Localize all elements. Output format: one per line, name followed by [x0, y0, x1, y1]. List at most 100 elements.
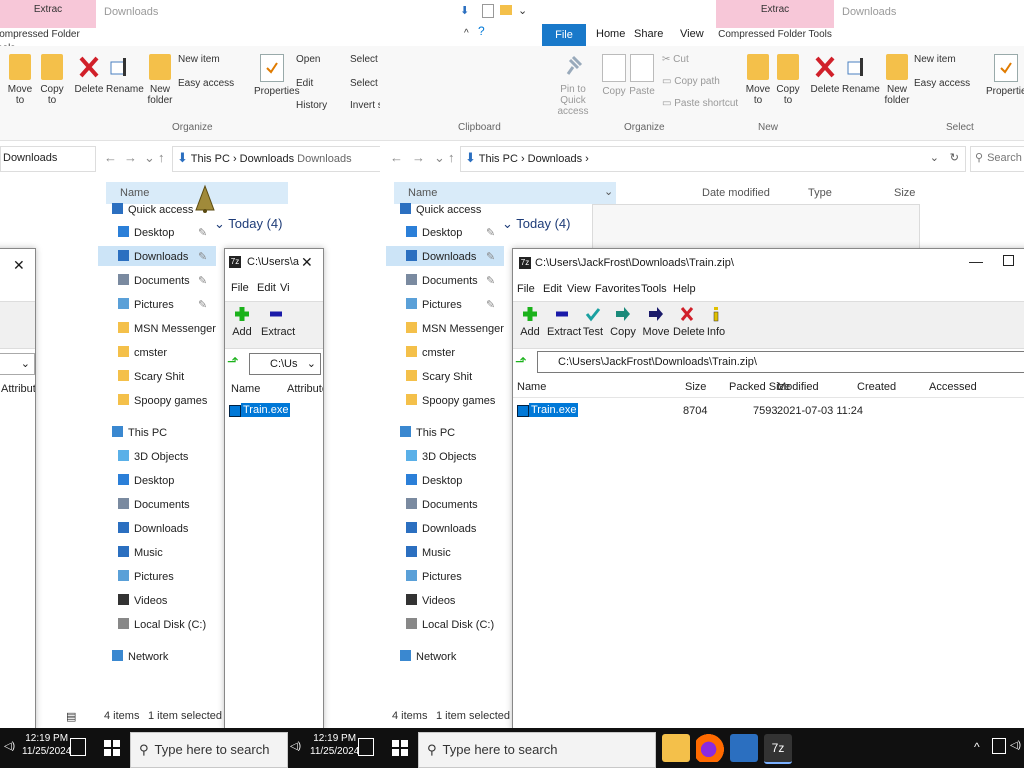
nav-item-pictures[interactable]: Pictures: [118, 570, 174, 583]
qa-properties-icon[interactable]: [482, 4, 494, 18]
nav-item-quick-access[interactable]: Quick access: [112, 203, 193, 216]
new-folder-button[interactable]: New folder: [146, 54, 174, 106]
zip-col-size[interactable]: Size: [685, 381, 706, 393]
nav-item-downloads[interactable]: Downloads ✎: [406, 250, 495, 263]
zip-col-created[interactable]: Created: [857, 381, 896, 393]
left-zip-col-attr[interactable]: Attribute: [287, 383, 323, 395]
nav-item-3d-objects[interactable]: 3D Objects: [118, 450, 188, 463]
left-context-tab[interactable]: Extrac Compressed Folder Tools: [0, 0, 96, 54]
nav-item-music[interactable]: Music: [406, 546, 451, 559]
zip-file-row[interactable]: Train.exe 8704 7593 2021-07-03 11:24: [513, 401, 1024, 419]
nav-item-documents[interactable]: Documents: [118, 498, 190, 511]
edit-button[interactable]: Edit: [296, 78, 313, 89]
add-button-right[interactable]: Add: [517, 306, 543, 338]
nav-item-3d-objects[interactable]: 3D Objects: [406, 450, 476, 463]
tab-share[interactable]: Share: [634, 28, 663, 40]
left-zip-close-icon[interactable]: ✕: [301, 254, 313, 271]
up-arrow-icon-right[interactable]: ↑: [448, 150, 455, 165]
nav-item-quick-access[interactable]: Quick access: [400, 203, 481, 216]
rename-button-right[interactable]: Rename: [842, 54, 880, 95]
copy-path-button[interactable]: ▭ Copy path: [662, 76, 720, 87]
nav-item-spoopy-games[interactable]: Spoopy games: [118, 394, 207, 407]
forward-arrow-icon-right[interactable]: →: [412, 150, 425, 165]
nav-item-local-disk-c[interactable]: Local Disk (C:): [406, 618, 494, 631]
zip-col-name[interactable]: Name: [517, 381, 546, 393]
nav-item-music[interactable]: Music: [118, 546, 163, 559]
left-address-fragment[interactable]: Downloads: [0, 146, 96, 172]
delete-button-right[interactable]: Delete: [810, 54, 840, 95]
nav-item-network[interactable]: Network: [112, 650, 168, 663]
tray-chevron-icon[interactable]: ^: [974, 740, 980, 754]
properties-button-right[interactable]: Properties: [986, 54, 1024, 97]
clock-left[interactable]: 12:19 PM 11/25/2024: [22, 732, 71, 758]
nav-item-downloads[interactable]: Downloads: [406, 522, 476, 535]
nav-item-this-pc[interactable]: This PC: [112, 426, 167, 439]
easy-access-button-right[interactable]: Easy access: [914, 78, 970, 89]
partial-col-attribute[interactable]: Attribute: [1, 383, 35, 395]
rename-button[interactable]: Rename: [106, 54, 144, 95]
move-to-button[interactable]: Move to: [6, 54, 34, 106]
back-arrow-icon-right[interactable]: ←: [390, 150, 403, 165]
zip-col-modified[interactable]: Modified: [777, 381, 819, 393]
partial-path-box[interactable]: ⌄: [0, 353, 35, 375]
menu-view-right[interactable]: View: [567, 283, 591, 295]
nav-item-spoopy-games[interactable]: Spoopy games: [406, 394, 495, 407]
copy-to-button[interactable]: Copy to: [38, 54, 66, 106]
left-zip-file-row[interactable]: Train.exe: [241, 403, 291, 417]
history-button[interactable]: History: [296, 100, 327, 111]
address-dropdown-icon[interactable]: ⌄: [930, 147, 939, 169]
left-zip-col-name[interactable]: Name: [231, 383, 260, 395]
taskbar-search-left[interactable]: ⚲ Type here to search: [130, 732, 288, 768]
firefox-taskbar-icon[interactable]: [696, 734, 724, 762]
nav-item-pictures[interactable]: Pictures ✎: [118, 298, 207, 311]
nav-item-cmster[interactable]: cmster: [118, 346, 167, 359]
speaker-icon-right[interactable]: ◁): [290, 741, 301, 752]
extract-button-right[interactable]: Extract: [547, 306, 581, 338]
menu-tools[interactable]: Tools: [641, 283, 667, 295]
easy-access-button[interactable]: Easy access: [178, 78, 234, 89]
add-button[interactable]: Add: [231, 306, 253, 338]
move-to-button-right[interactable]: Move to: [744, 54, 772, 106]
cut-button[interactable]: ✂ Cut: [662, 54, 689, 65]
ribbon-collapse-icon[interactable]: ^: [464, 28, 469, 39]
qa-download-icon[interactable]: ⬇: [460, 4, 469, 17]
nav-item-desktop[interactable]: Desktop: [406, 474, 462, 487]
nav-item-videos[interactable]: Videos: [118, 594, 167, 607]
taskbar-search-right[interactable]: ⚲ Type here to search: [418, 732, 656, 768]
help-icon[interactable]: ?: [478, 24, 485, 38]
file-explorer-taskbar-icon[interactable]: [662, 734, 690, 762]
clock-right[interactable]: 12:19 PM 11/25/2024: [310, 732, 359, 758]
left-today-header[interactable]: ⌄ Today (4): [214, 216, 282, 232]
right-zip-up-icon[interactable]: ⬏: [515, 353, 527, 370]
nav-item-desktop[interactable]: Desktop ✎: [118, 226, 207, 239]
test-button[interactable]: Test: [581, 306, 605, 338]
nav-item-documents[interactable]: Documents: [406, 498, 478, 511]
copy-to-button-right[interactable]: Copy to: [774, 54, 802, 106]
tab-home[interactable]: Home: [596, 28, 625, 40]
left-col-name[interactable]: Name: [120, 187, 149, 199]
nav-item-cmster[interactable]: cmster: [406, 346, 455, 359]
nav-item-desktop[interactable]: Desktop ✎: [406, 226, 495, 239]
copy-button-zip[interactable]: Copy: [609, 306, 637, 338]
nav-item-msn-messenger[interactable]: MSN Messenger: [118, 322, 216, 335]
select-none-button[interactable]: Select none: [350, 78, 380, 89]
invert-selection-button[interactable]: Invert selection: [350, 100, 380, 111]
search-field[interactable]: ⚲ Search: [970, 146, 1024, 172]
notification-icon-left[interactable]: [70, 738, 86, 756]
recent-chevron-icon[interactable]: ⌄: [144, 150, 155, 166]
left-zip-up-icon[interactable]: ⬏: [227, 353, 239, 370]
back-arrow-icon[interactable]: ←: [104, 150, 117, 165]
volume-tray-icon[interactable]: ◁): [1010, 740, 1021, 751]
nav-item-pictures[interactable]: Pictures: [406, 570, 462, 583]
forward-arrow-icon[interactable]: →: [124, 150, 137, 165]
nav-item-pictures[interactable]: Pictures ✎: [406, 298, 495, 311]
qa-dropdown-icon[interactable]: ⌄: [518, 4, 527, 17]
right-address-bar[interactable]: ⬇ This PC › Downloads › ⌄ ↻: [460, 146, 966, 172]
new-item-button-right[interactable]: New item: [914, 54, 956, 65]
menu-help[interactable]: Help: [673, 283, 696, 295]
menu-view[interactable]: Vi: [280, 282, 290, 294]
network-tray-icon[interactable]: [992, 738, 1006, 754]
pin-quick-access-button[interactable]: Pin to Quick access: [548, 54, 598, 117]
nav-item-downloads[interactable]: Downloads: [118, 522, 188, 535]
extract-button[interactable]: Extract: [261, 306, 295, 338]
